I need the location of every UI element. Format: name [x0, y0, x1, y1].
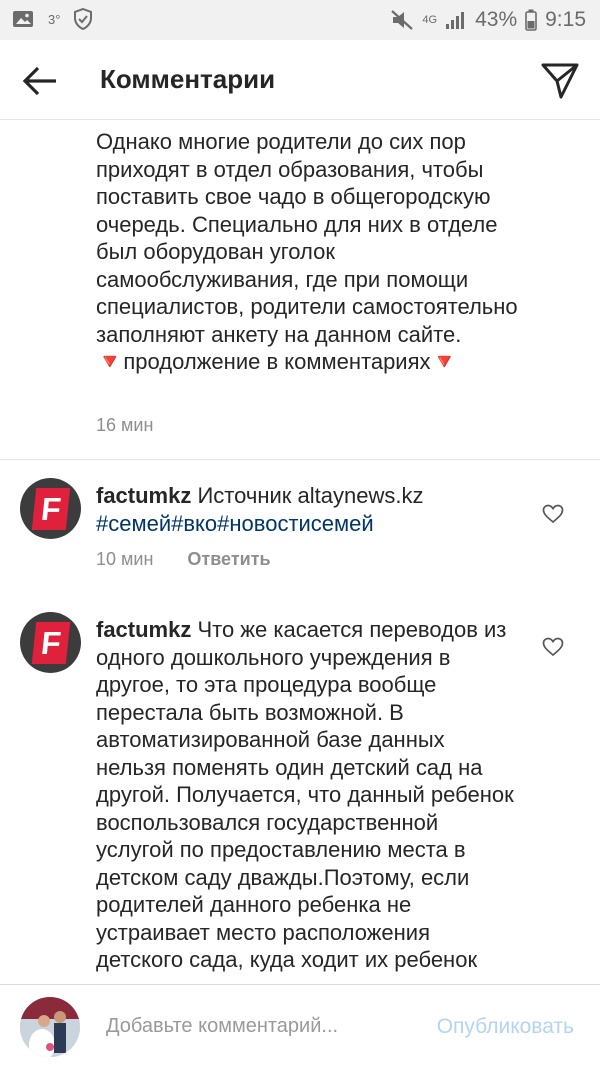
battery-icon [525, 9, 537, 31]
page-title: Комментарии [100, 64, 276, 94]
comment-text: factumkz Что же касается переводов из од… [96, 616, 516, 984]
avatar-logo-letter: F [31, 488, 71, 530]
gallery-notification-icon [13, 11, 33, 27]
mute-icon [391, 10, 414, 30]
reply-button[interactable]: Ответить [187, 549, 270, 570]
current-user-avatar [20, 997, 80, 1057]
comment-input-bar: Опубликовать [0, 984, 600, 1065]
comment-body-text: Что же касается переводов из одного дошк… [96, 617, 514, 972]
commenter-avatar[interactable]: F [20, 478, 81, 539]
direct-send-icon[interactable] [540, 60, 580, 100]
caption-divider [0, 459, 600, 460]
clock-text: 9:15 [545, 8, 586, 31]
heart-icon[interactable] [542, 636, 564, 658]
publish-button[interactable]: Опубликовать [437, 1015, 574, 1039]
signal-icon [446, 12, 465, 29]
commenter-avatar[interactable]: F [20, 612, 81, 673]
back-arrow-icon[interactable] [22, 64, 58, 98]
user-photo-icon [20, 997, 80, 1057]
comment-body-text: Источник altaynews.kz [191, 483, 424, 508]
heart-icon[interactable] [542, 503, 564, 525]
comment-input[interactable] [106, 1011, 396, 1041]
comment-timestamp: 10 мин [96, 549, 154, 569]
comment-text: factumkz Источник altaynews.kz #семей#вк… [96, 482, 516, 537]
battery-text: 43% [475, 8, 518, 31]
comment-meta: 10 мин Ответить [96, 549, 271, 570]
comment-username[interactable]: factumkz [96, 617, 191, 642]
header-bar: Комментарии [0, 40, 600, 120]
comment-username[interactable]: factumkz [96, 483, 191, 508]
caption-timestamp: 16 мин [96, 415, 154, 435]
shield-check-icon [74, 8, 93, 30]
caption-text: Однако многие родители до сих пор приход… [96, 129, 518, 374]
network-type-text: 4G [422, 13, 438, 26]
avatar-logo-letter: F [31, 622, 71, 664]
comment-hashtags[interactable]: #семей#вко#новостисемей [96, 511, 374, 536]
temperature-text: 3° [48, 11, 61, 27]
status-bar: 3° 4G 43% 9:15 [0, 0, 600, 40]
